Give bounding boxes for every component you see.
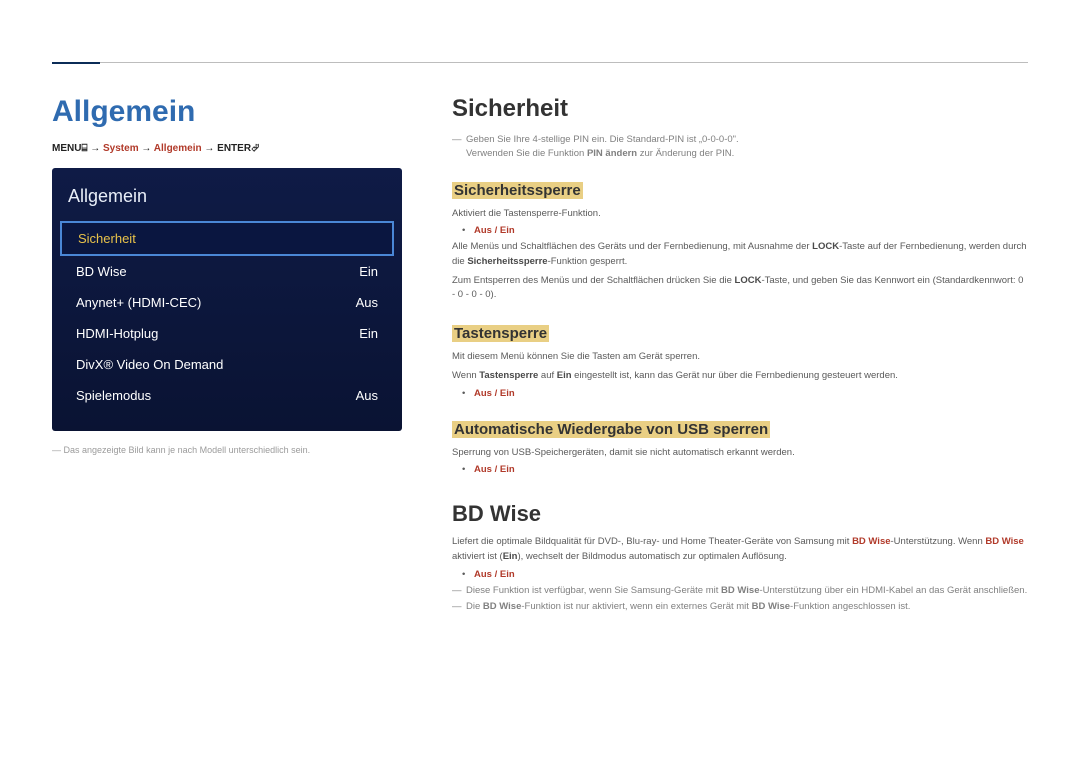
note-pin-l2b: zur Änderung der PIN. [637, 148, 734, 159]
bd-p1c: aktiviert ist ( [452, 551, 503, 562]
bd-n1a: Diese Funktion ist verfügbar, wenn Sie S… [466, 585, 721, 596]
breadcrumb: MENU⌸ → System → Allgemein → ENTER⏎ [52, 143, 402, 154]
ts-p2a: Wenn [452, 370, 479, 381]
osd-value: Aus [356, 388, 378, 403]
ss-opt: Aus / Ein [452, 225, 1028, 236]
osd-value: Ein [359, 326, 378, 341]
ss-p2-bold: Sicherheitssperre [467, 256, 547, 267]
bd-n2b: -Funktion ist nur aktiviert, wenn ein ex… [521, 601, 751, 612]
osd-item-sicherheit[interactable]: Sicherheit [60, 221, 394, 256]
osd-value: Ein [359, 264, 378, 279]
menu-icon: ⌸ [81, 143, 87, 154]
bc-system: System [103, 143, 139, 154]
heading-sicherheit: Sicherheit [452, 95, 1028, 123]
usb-opt: Aus / Ein [452, 464, 1028, 475]
page: Allgemein MENU⌸ → System → Allgemein → E… [0, 0, 1080, 646]
opt-aus-ein: Aus / Ein [452, 388, 1028, 399]
osd-item-anynet[interactable]: Anynet+ (HDMI-CEC) Aus [52, 287, 402, 318]
bc-enter: ENTER [217, 143, 251, 154]
bd-n2b1: BD Wise [483, 601, 521, 612]
bc-arrow1: → [90, 143, 100, 154]
heading-usb: Automatische Wiedergabe von USB sperren [452, 421, 770, 438]
bd-note1: Diese Funktion ist verfügbar, wenn Sie S… [452, 584, 1028, 598]
osd-panel: Allgemein Sicherheit BD Wise Ein Anynet+… [52, 168, 402, 431]
left-column: Allgemein MENU⌸ → System → Allgemein → E… [52, 95, 402, 616]
ss-p2: Alle Menüs und Schaltflächen des Geräts … [452, 240, 1028, 269]
right-column: Sicherheit Geben Sie Ihre 4-stellige PIN… [452, 95, 1028, 616]
ss-p2-lock: LOCK [812, 241, 839, 252]
bd-n2a: Die [466, 601, 483, 612]
osd-item-spielemodus[interactable]: Spielemodus Aus [52, 380, 402, 411]
ts-p2c: eingestellt ist, kann das Gerät nur über… [572, 370, 898, 381]
bd-p1a: Liefert die optimale Bildqualität für DV… [452, 536, 852, 547]
osd-item-hdmi[interactable]: HDMI-Hotplug Ein [52, 318, 402, 349]
ts-p2: Wenn Tastensperre auf Ein eingestellt is… [452, 369, 1028, 384]
ts-p2b1: Tastensperre [479, 370, 538, 381]
bd-note2: Die BD Wise-Funktion ist nur aktiviert, … [452, 600, 1028, 614]
osd-label: HDMI-Hotplug [76, 326, 158, 341]
bd-p1b3: Ein [503, 551, 518, 562]
header-rule [100, 62, 1028, 63]
heading-tastensperre: Tastensperre [452, 325, 549, 342]
bd-p1d: ), wechselt der Bildmodus automatisch zu… [517, 551, 786, 562]
osd-label: Sicherheit [78, 231, 136, 246]
osd-label: Anynet+ (HDMI-CEC) [76, 295, 201, 310]
opt-aus-ein: Aus / Ein [452, 569, 1028, 580]
ts-opt: Aus / Ein [452, 388, 1028, 399]
osd-footnote: Das angezeigte Bild kann je nach Modell … [52, 445, 402, 455]
note-pin: Geben Sie Ihre 4-stellige PIN ein. Die S… [452, 133, 1028, 162]
osd-label: Spielemodus [76, 388, 151, 403]
ts-p2b: auf [538, 370, 557, 381]
ts-p2b2: Ein [557, 370, 572, 381]
bd-p1: Liefert die optimale Bildqualität für DV… [452, 535, 1028, 564]
bd-n1b: BD Wise [721, 585, 759, 596]
osd-label: BD Wise [76, 264, 127, 279]
osd-title: Allgemein [52, 178, 402, 221]
ss-p2c: -Funktion gesperrt. [548, 256, 628, 267]
ss-p3-lock: LOCK [735, 275, 762, 286]
bc-arrow2: → [141, 143, 151, 154]
bd-p1b: -Unterstützung. Wenn [891, 536, 986, 547]
bd-n2b2: BD Wise [752, 601, 790, 612]
osd-value: Aus [356, 295, 378, 310]
usb-p1: Sperrung von USB-Speichergeräten, damit … [452, 446, 1028, 461]
bd-n1c: -Unterstützung über ein HDMI-Kabel an da… [760, 585, 1028, 596]
bc-arrow3: → [204, 143, 214, 154]
ss-p3: Zum Entsperren des Menüs und der Schaltf… [452, 274, 1028, 303]
ss-p1: Aktiviert die Tastensperre-Funktion. [452, 207, 1028, 222]
note-pin-bold: PIN ändern [587, 148, 637, 159]
opt-aus-ein: Aus / Ein [452, 225, 1028, 236]
osd-label: DivX® Video On Demand [76, 357, 223, 372]
page-title: Allgemein [52, 95, 402, 129]
osd-item-divx[interactable]: DivX® Video On Demand [52, 349, 402, 380]
bd-opt: Aus / Ein [452, 569, 1028, 580]
osd-item-bdwise[interactable]: BD Wise Ein [52, 256, 402, 287]
note-pin-l2a: Verwenden Sie die Funktion [466, 148, 587, 159]
heading-bdwise: BD Wise [452, 501, 1028, 527]
heading-sicherheitssperre: Sicherheitssperre [452, 182, 583, 199]
bc-menu: MENU [52, 143, 81, 154]
bc-allgemein: Allgemein [154, 143, 202, 154]
enter-icon: ⏎ [251, 143, 259, 154]
ss-p3a: Zum Entsperren des Menüs und der Schaltf… [452, 275, 735, 286]
opt-aus-ein: Aus / Ein [452, 464, 1028, 475]
ts-p1: Mit diesem Menü können Sie die Tasten am… [452, 350, 1028, 365]
bd-p1b2: BD Wise [985, 536, 1023, 547]
note-pin-line1: Geben Sie Ihre 4-stellige PIN ein. Die S… [466, 134, 739, 145]
bd-n2c: -Funktion angeschlossen ist. [790, 601, 910, 612]
header-accent [52, 62, 100, 64]
ss-p2a: Alle Menüs und Schaltflächen des Geräts … [452, 241, 812, 252]
bd-p1b1: BD Wise [852, 536, 890, 547]
